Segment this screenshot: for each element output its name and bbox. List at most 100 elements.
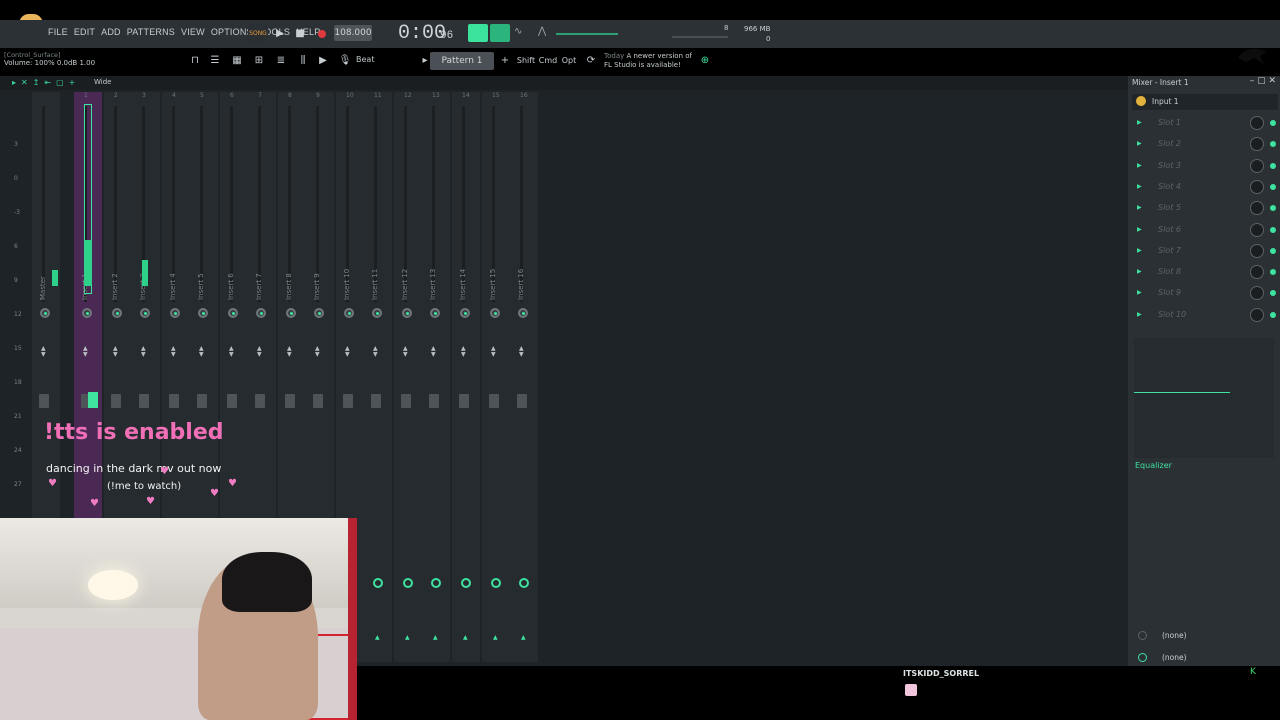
wave-icon[interactable]: ∿	[514, 26, 522, 37]
route-knob[interactable]	[403, 578, 413, 588]
piano-roll-icon[interactable]: ▦	[228, 52, 246, 70]
slot-arrow-icon[interactable]: ▶	[1137, 268, 1142, 275]
stereo-separation-icon[interactable]: ▲ ▼	[171, 346, 176, 358]
route-knob[interactable]	[519, 578, 529, 588]
record-icon[interactable]	[314, 26, 330, 42]
news-ticker[interactable]: Today A newer version of FL Studio is av…	[604, 52, 692, 70]
stereo-separation-icon[interactable]: ▲ ▼	[229, 346, 234, 358]
slot-arrow-icon[interactable]: ▶	[1137, 204, 1142, 211]
effect-slot[interactable]: ▶ Slot 4	[1132, 178, 1278, 198]
slot-mix-knob[interactable]	[1250, 179, 1264, 194]
slot-enable-led[interactable]	[1270, 247, 1276, 254]
mixer-header-icons[interactable]: ▸✕↥⇤▢+	[12, 78, 80, 87]
effect-slot[interactable]: ▶ Slot 6	[1132, 221, 1278, 241]
slot-enable-led[interactable]	[1270, 120, 1276, 126]
menu-options[interactable]: OPTIONS	[211, 27, 253, 37]
volume-fader[interactable]	[39, 394, 49, 408]
pan-knob[interactable]	[460, 308, 470, 318]
volume-fader[interactable]	[227, 394, 237, 408]
slot-mix-knob[interactable]	[1250, 201, 1264, 216]
slot-arrow-icon[interactable]: ▶	[1137, 183, 1142, 190]
song-mode-button[interactable]: SONG	[248, 24, 268, 42]
mixer-strip[interactable]: 12 Insert 12 ▲ ▼ ▲	[394, 92, 422, 662]
effect-slot[interactable]: ▶ Slot 9	[1132, 284, 1278, 304]
step-edit-button[interactable]	[490, 24, 510, 42]
stereo-separation-icon[interactable]: ▲ ▼	[315, 346, 320, 358]
stereo-separation-icon[interactable]: ▲ ▼	[41, 346, 46, 358]
volume-fader[interactable]	[429, 394, 439, 408]
menu-patterns[interactable]: PATTERNS	[127, 27, 175, 37]
slot-mix-knob[interactable]	[1250, 265, 1264, 280]
pan-knob[interactable]	[402, 308, 412, 318]
menu-view[interactable]: VIEW	[181, 27, 205, 37]
mixer-strip[interactable]: 14 Insert 14 ▲ ▼ ▲	[452, 92, 480, 662]
pan-knob[interactable]	[140, 308, 150, 318]
slot-mix-knob[interactable]	[1250, 243, 1264, 258]
shift-key-button[interactable]: Shift	[516, 52, 536, 70]
equalizer-label[interactable]: Equalizer	[1135, 461, 1172, 470]
effect-slot[interactable]: ▶ Slot 7	[1132, 242, 1278, 262]
slot-mix-knob[interactable]	[1250, 286, 1264, 301]
input-selector[interactable]: Input 1	[1132, 94, 1278, 110]
effect-slot[interactable]: ▶ Slot 3	[1132, 157, 1278, 177]
send-arrow-icon[interactable]: ▲	[493, 634, 498, 641]
pan-knob[interactable]	[170, 308, 180, 318]
stereo-separation-icon[interactable]: ▲ ▼	[403, 346, 408, 358]
effect-slot[interactable]: ▶ Slot 2	[1132, 135, 1278, 155]
effect-slot[interactable]: ▶ Slot 1	[1132, 114, 1278, 134]
slot-mix-knob[interactable]	[1250, 307, 1264, 322]
volume-fader[interactable]	[489, 394, 499, 408]
pan-knob[interactable]	[82, 308, 92, 318]
slot-arrow-icon[interactable]: ▶	[1137, 162, 1142, 169]
add-pattern-icon[interactable]: +	[496, 52, 514, 70]
stereo-separation-icon[interactable]: ▲ ▼	[113, 346, 118, 358]
mixer-strip[interactable]: 15 Insert 15 ▲ ▼ ▲	[482, 92, 510, 662]
cmd-key-button[interactable]: Cmd	[538, 52, 558, 70]
slot-arrow-icon[interactable]: ▶	[1137, 289, 1142, 296]
close-icon[interactable]: – ▢ ✕	[1250, 76, 1276, 86]
pan-knob[interactable]	[344, 308, 354, 318]
send-arrow-icon[interactable]: ▲	[463, 634, 468, 641]
slot-mix-knob[interactable]	[1250, 222, 1264, 237]
menu-edit[interactable]: EDIT	[74, 27, 95, 37]
stereo-separation-icon[interactable]: ▲ ▼	[431, 346, 436, 358]
channel-rack-icon[interactable]: ⊞	[250, 52, 268, 70]
effect-slot[interactable]: ▶ Slot 5	[1132, 199, 1278, 219]
stereo-separation-icon[interactable]: ▲ ▼	[491, 346, 496, 358]
stereo-separation-icon[interactable]: ▲ ▼	[461, 346, 466, 358]
slot-arrow-icon[interactable]: ▶	[1137, 119, 1142, 126]
menu-add[interactable]: ADD	[101, 27, 121, 37]
volume-fader[interactable]	[169, 394, 179, 408]
mixer-strip[interactable]: 11 Insert 11 ▲ ▼ ▲	[364, 92, 392, 662]
volume-fader[interactable]	[401, 394, 411, 408]
opt-key-button[interactable]: Opt	[560, 52, 578, 70]
route-knob[interactable]	[431, 578, 441, 588]
playlist-icon[interactable]: ☰	[206, 52, 224, 70]
volume-fader[interactable]	[111, 394, 121, 408]
volume-fader[interactable]	[371, 394, 381, 408]
insert-1-fader[interactable]	[88, 392, 98, 408]
slot-enable-led[interactable]	[1270, 183, 1276, 190]
pan-knob[interactable]	[40, 308, 50, 318]
route-knob[interactable]	[373, 578, 383, 588]
equalizer-graph[interactable]	[1134, 338, 1274, 458]
pan-knob[interactable]	[314, 308, 324, 318]
microphone-icon[interactable]: 🎙	[336, 52, 354, 70]
pan-knob[interactable]	[286, 308, 296, 318]
play-icon[interactable]: ▶	[272, 26, 288, 42]
volume-fader[interactable]	[313, 394, 323, 408]
tempo-display[interactable]: 108.000	[334, 25, 372, 41]
typing-keyboard-button[interactable]	[468, 24, 488, 42]
slot-enable-led[interactable]	[1270, 269, 1276, 276]
pan-knob[interactable]	[430, 308, 440, 318]
slot-enable-led[interactable]	[1270, 141, 1276, 148]
slot-enable-led[interactable]	[1270, 162, 1276, 169]
mixer-icon[interactable]: ⫼	[294, 52, 312, 70]
send-arrow-icon[interactable]: ▲	[433, 634, 438, 641]
effect-slot[interactable]: ▶ Slot 10	[1132, 306, 1278, 326]
play-pattern-icon[interactable]: ▶	[314, 52, 332, 70]
update-icon[interactable]: ⊕	[696, 52, 714, 70]
mixer-layout-label[interactable]: Wide	[94, 78, 111, 86]
slot-mix-knob[interactable]	[1250, 158, 1264, 173]
slot-enable-led[interactable]	[1270, 290, 1276, 297]
